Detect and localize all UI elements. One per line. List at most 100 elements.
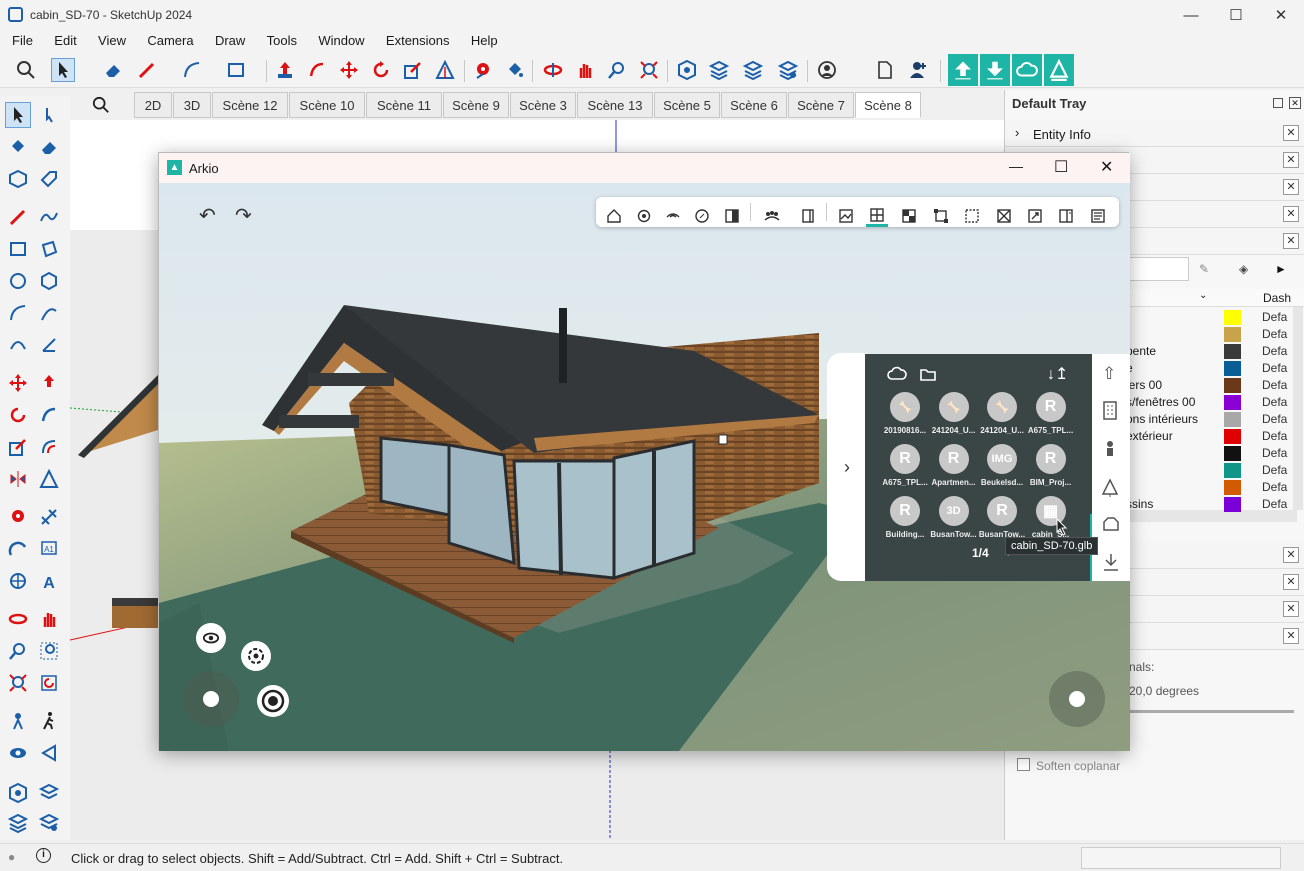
checker-icon[interactable] bbox=[898, 205, 920, 227]
tray-close-icon[interactable]: ✕ bbox=[1289, 97, 1301, 109]
image-icon[interactable] bbox=[835, 205, 857, 227]
minimize-button[interactable]: — bbox=[1168, 0, 1214, 30]
zoom-icon[interactable] bbox=[5, 638, 31, 664]
tab-scene-12[interactable]: Scène 12 bbox=[212, 92, 288, 118]
scale-icon[interactable] bbox=[5, 434, 31, 460]
arkio-download-icon[interactable] bbox=[980, 54, 1010, 86]
layers-export-icon[interactable] bbox=[741, 58, 765, 82]
panel-close-icon[interactable]: ✕ bbox=[1283, 206, 1299, 222]
rotate-icon[interactable] bbox=[369, 58, 393, 82]
panel-close-icon[interactable]: ✕ bbox=[1283, 125, 1299, 141]
new-file-icon[interactable] bbox=[873, 58, 897, 82]
move-icon[interactable] bbox=[5, 370, 31, 396]
lasso-select-icon[interactable] bbox=[36, 102, 62, 128]
panel-close-icon[interactable]: ✕ bbox=[1283, 152, 1299, 168]
soften-coplanar-checkbox[interactable] bbox=[1017, 758, 1030, 771]
menu-window[interactable]: Window bbox=[314, 30, 368, 51]
section-cross-icon[interactable] bbox=[993, 205, 1015, 227]
text-icon[interactable]: A1 bbox=[36, 536, 62, 562]
model-item[interactable]: R Building... bbox=[881, 496, 929, 539]
three-point-arc-icon[interactable] bbox=[5, 332, 31, 358]
model-item[interactable]: 🦴 241204_U... bbox=[978, 392, 1026, 435]
tab-scene-10[interactable]: Scène 10 bbox=[289, 92, 365, 118]
flip-icon[interactable] bbox=[5, 466, 31, 492]
tag-color-swatch[interactable] bbox=[1224, 327, 1241, 342]
pan-icon[interactable] bbox=[36, 606, 62, 632]
arkio-cloud-icon[interactable] bbox=[1012, 54, 1042, 86]
layers-icon[interactable] bbox=[5, 810, 31, 836]
select-tool-icon[interactable] bbox=[51, 58, 75, 82]
document-icon[interactable] bbox=[1087, 205, 1109, 227]
geolocation-icon[interactable]: ● bbox=[8, 850, 15, 864]
previous-view-icon[interactable] bbox=[36, 670, 62, 696]
section-fill-icon[interactable] bbox=[36, 740, 62, 766]
follow-me-icon[interactable] bbox=[36, 402, 62, 428]
menu-camera[interactable]: Camera bbox=[143, 30, 197, 51]
tag-color-swatch[interactable] bbox=[1224, 344, 1241, 359]
look-around-icon[interactable] bbox=[5, 740, 31, 766]
account-icon[interactable] bbox=[815, 58, 839, 82]
folder-icon[interactable] bbox=[919, 366, 937, 385]
close-button[interactable]: ✕ bbox=[1258, 0, 1304, 30]
zoom-icon[interactable] bbox=[605, 58, 629, 82]
tag-search-input[interactable] bbox=[1129, 257, 1189, 281]
chevron-down-icon[interactable]: ⌄ bbox=[1199, 290, 1207, 301]
line-icon[interactable] bbox=[5, 204, 31, 230]
menu-view[interactable]: View bbox=[94, 30, 130, 51]
tag-color-swatch[interactable] bbox=[1224, 310, 1241, 325]
frame-icon[interactable] bbox=[930, 205, 952, 227]
compass-icon[interactable] bbox=[691, 205, 713, 227]
tab-scene-13[interactable]: Scène 13 bbox=[577, 92, 653, 118]
home-icon[interactable] bbox=[603, 205, 625, 227]
paint-bucket-icon[interactable] bbox=[503, 58, 527, 82]
zoom-extents-icon[interactable] bbox=[5, 670, 31, 696]
model-item[interactable]: R BIM_Proj... bbox=[1027, 444, 1075, 487]
tab-scene-7[interactable]: Scène 7 bbox=[788, 92, 854, 118]
tab-2d[interactable]: 2D bbox=[134, 92, 172, 118]
settings-icon[interactable] bbox=[633, 205, 655, 227]
panel-close-icon[interactable]: ✕ bbox=[1283, 601, 1299, 617]
resize-icon[interactable] bbox=[1024, 205, 1046, 227]
eraser-icon[interactable] bbox=[101, 58, 125, 82]
orbit-icon[interactable] bbox=[5, 606, 31, 632]
tag-icon[interactable] bbox=[36, 166, 62, 192]
extension-warehouse-icon[interactable] bbox=[707, 58, 731, 82]
furniture-icon[interactable] bbox=[1101, 516, 1121, 537]
user-add-icon[interactable] bbox=[906, 58, 930, 82]
eye-view-button[interactable] bbox=[196, 623, 226, 653]
pencil-icon[interactable]: ✎ bbox=[1199, 262, 1209, 276]
arkio-maximize-button[interactable]: ☐ bbox=[1054, 157, 1068, 177]
panel-close-icon[interactable]: ✕ bbox=[1283, 574, 1299, 590]
pencil-line-icon[interactable] bbox=[135, 58, 159, 82]
arc-icon[interactable] bbox=[5, 300, 31, 326]
tag-color-icon[interactable]: ◈ bbox=[1239, 262, 1248, 276]
3d-text-icon[interactable]: A bbox=[36, 568, 62, 594]
tab-scene-8[interactable]: Scène 8 bbox=[855, 92, 921, 118]
warehouse-icon[interactable] bbox=[5, 780, 31, 806]
rotated-rectangle-icon[interactable] bbox=[36, 236, 62, 262]
tag-color-swatch[interactable] bbox=[1224, 446, 1241, 461]
scale-icon[interactable] bbox=[401, 58, 425, 82]
move-icon[interactable] bbox=[337, 58, 361, 82]
tape-measure-icon[interactable] bbox=[5, 504, 31, 530]
zoom-window-icon[interactable] bbox=[36, 638, 62, 664]
arkio-close-button[interactable]: ✕ bbox=[1100, 157, 1113, 177]
model-item[interactable]: 3D BusanTow... bbox=[930, 496, 978, 539]
eraser-icon[interactable] bbox=[36, 134, 62, 160]
arkio-logo-icon[interactable] bbox=[1044, 54, 1074, 86]
menu-file[interactable]: File bbox=[8, 30, 37, 51]
arkio-3d-scene[interactable]: ↶ ↷ › ↓↥ 🦴 20190816... 🦴 241204_U... 🦴 2… bbox=[159, 183, 1130, 751]
undo-icon[interactable]: ↶ bbox=[199, 203, 216, 228]
tag-color-swatch[interactable] bbox=[1224, 378, 1241, 393]
selection-box-icon[interactable] bbox=[961, 205, 983, 227]
grid-icon[interactable] bbox=[866, 205, 888, 227]
menu-tools[interactable]: Tools bbox=[263, 30, 301, 51]
model-item[interactable]: 🦴 241204_U... bbox=[930, 392, 978, 435]
position-camera-icon[interactable] bbox=[5, 708, 31, 734]
arc-icon[interactable] bbox=[180, 58, 204, 82]
tab-scene-6[interactable]: Scène 6 bbox=[721, 92, 787, 118]
rectangle-icon[interactable] bbox=[224, 58, 248, 82]
section-plane-icon[interactable] bbox=[36, 466, 62, 492]
tree-icon[interactable] bbox=[1101, 478, 1119, 501]
arkio-upload-icon[interactable] bbox=[948, 54, 978, 86]
